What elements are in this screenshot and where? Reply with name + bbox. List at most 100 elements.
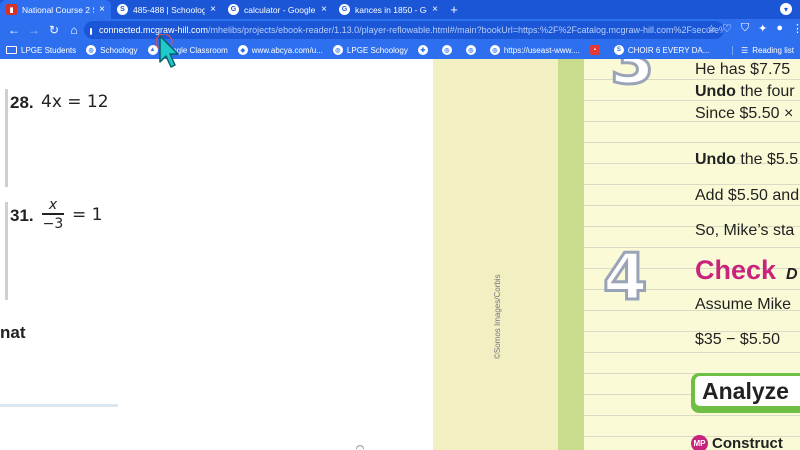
section-divider xyxy=(0,404,118,407)
mp-badge: MP xyxy=(691,435,708,450)
tab-calculator[interactable]: G calculator - Google Sea × xyxy=(222,0,333,19)
tab-search-icon[interactable]: ▾ xyxy=(780,3,792,15)
tab-national-course[interactable]: ▮ National Course 2 Stu × xyxy=(0,0,111,19)
step-4-number: 4 xyxy=(602,240,650,317)
analyze-banner: Analyze xyxy=(691,373,800,413)
problem-28-number: 28. xyxy=(10,93,34,112)
red-app-icon: ▪ xyxy=(589,45,600,55)
analyze-title: Analyze xyxy=(695,376,800,406)
bookmarks-bar: LPGE Students ◎ Schoology ▲ Google Classro… xyxy=(0,41,800,59)
bookmark-label: https://useast-www.... xyxy=(503,45,580,55)
scroll-marker xyxy=(356,445,364,449)
bookmark-red[interactable]: ▪ xyxy=(589,45,604,55)
notebook-margin xyxy=(558,59,584,450)
close-icon[interactable]: × xyxy=(97,4,107,15)
bookmark-abcya[interactable]: ◆ www.abcya.com/u... xyxy=(237,45,323,55)
problem-31-rhs: = 1 xyxy=(72,205,103,225)
tab-google-search[interactable]: G kances in 1850 - Goog × xyxy=(333,0,444,19)
construct-row: MP Construct xyxy=(691,435,783,450)
shield-extension-icon[interactable]: ⛉ xyxy=(741,22,749,35)
puzzle-extensions-icon[interactable]: ✦ xyxy=(758,22,767,35)
window-controls: ▾ xyxy=(780,3,792,15)
reading-list-icon: ☰ xyxy=(741,45,749,55)
globe-icon: ◎ xyxy=(332,45,343,55)
tab-title: 485-488 | Schoology xyxy=(133,4,205,15)
ebook-page: 28. 4x = 12 31. x −3 = 1 nat ©Somos Imag… xyxy=(0,59,800,450)
home-icon[interactable]: ⌂ xyxy=(64,23,84,37)
bookmark-schoology[interactable]: ◎ Schoology xyxy=(86,45,138,55)
globe-icon: ◎ xyxy=(489,45,500,55)
url-host: connected.mcgraw-hill.com xyxy=(99,25,209,35)
text-line-1: He has $7.75 xyxy=(695,61,791,78)
cut-off-heading: nat xyxy=(0,323,26,342)
tab-strip: ▮ National Course 2 Stu × S 485-488 | Sc… xyxy=(0,0,800,19)
bookmark-label: www.abcya.com/u... xyxy=(251,45,323,55)
schoology-icon: S xyxy=(613,45,624,55)
undo-word: Undo xyxy=(695,83,736,100)
heart-extension-icon[interactable]: ♡ xyxy=(722,22,732,35)
bookmark-label: LPGE Schoology xyxy=(346,45,408,55)
calculation-line: $35 − $5.50 xyxy=(695,331,780,348)
text-line-5: Add $5.50 and xyxy=(695,187,800,204)
photo-credit: ©Somos Images/Corbis xyxy=(493,274,502,359)
text-line-4: Undo the $5.5 xyxy=(695,151,798,169)
check-heading: Check D xyxy=(695,255,798,286)
construct-label: Construct xyxy=(712,435,783,450)
text-line-6: So, Mike’s sta xyxy=(695,222,795,239)
tab-title: kances in 1850 - Goog xyxy=(355,4,427,15)
bookmark-label: LPGE Students xyxy=(21,45,77,55)
new-tab-button[interactable]: + xyxy=(444,0,464,19)
bookmark-lpge-students[interactable]: LPGE Students xyxy=(6,46,76,55)
tab-schoology[interactable]: S 485-488 | Schoology × xyxy=(111,0,222,19)
menu-dots-icon[interactable]: ⋮ xyxy=(792,22,800,35)
text-line-2: Undo the four xyxy=(695,83,795,101)
profile-icon[interactable]: ● xyxy=(776,22,783,35)
reading-list-button[interactable]: ☰ Reading list xyxy=(732,45,794,55)
puzzle-icon: ✚ xyxy=(417,45,428,55)
check-title: Check xyxy=(695,255,777,285)
globe-icon: ◎ xyxy=(86,45,97,55)
close-icon[interactable]: × xyxy=(430,4,440,15)
text-line-3: Since $5.50 × xyxy=(695,105,794,122)
google-icon: G xyxy=(228,4,239,15)
fraction-denominator: −3 xyxy=(42,215,64,232)
mouse-cursor-icon xyxy=(156,34,179,68)
close-icon[interactable]: × xyxy=(319,4,329,15)
globe-icon: ◎ xyxy=(465,45,476,55)
extensions-area: ♡ ⛉ ✦ ● ⋮ xyxy=(722,22,800,35)
step-3-number: 3 xyxy=(609,59,657,101)
problem-31-bar xyxy=(5,202,8,300)
bookmark-star-icon[interactable]: ☆ xyxy=(707,24,716,35)
bookmark-useast[interactable]: ◎ https://useast-www.... xyxy=(489,45,580,55)
tab-title: calculator - Google Sea xyxy=(244,4,316,15)
reload-icon[interactable]: ↻ xyxy=(44,23,64,37)
globe-icon: ◎ xyxy=(441,45,452,55)
book-icon: ▮ xyxy=(6,4,17,15)
bookmark-globe-1[interactable]: ◎ xyxy=(441,45,456,55)
google-icon: G xyxy=(339,4,350,15)
forward-arrow-icon[interactable]: → xyxy=(24,23,44,37)
problem-31-number: 31. xyxy=(10,206,34,225)
check-subtitle: D xyxy=(786,266,798,283)
example-pane: ©Somos Images/Corbis 3 4 He has $7.75 Un… xyxy=(433,59,800,450)
exercise-pane: 28. 4x = 12 31. x −3 = 1 nat xyxy=(0,59,433,450)
schoology-icon: S xyxy=(117,4,128,15)
bookmark-label: CHOIR 6 EVERY DA... xyxy=(627,45,710,55)
folder-icon xyxy=(6,46,17,54)
bookmark-choir[interactable]: S CHOIR 6 EVERY DA... xyxy=(613,45,710,55)
problem-31-fraction: x −3 xyxy=(40,197,66,233)
tab-title: National Course 2 Stu xyxy=(22,4,94,15)
text-line-2-rest: the four xyxy=(740,83,795,100)
close-icon[interactable]: × xyxy=(208,4,218,15)
bookmark-globe-2[interactable]: ◎ xyxy=(465,45,480,55)
bookmark-label: Schoology xyxy=(100,45,138,55)
problem-28-bar xyxy=(5,89,8,187)
back-arrow-icon[interactable]: ← xyxy=(4,23,24,37)
url-path: /mhelibs/projects/ebook-reader/1.13.0/pl… xyxy=(208,25,724,35)
bookmark-lpge-schoology[interactable]: ◎ LPGE Schoology xyxy=(332,45,408,55)
lock-icon xyxy=(90,27,92,35)
bookmark-puzzle[interactable]: ✚ xyxy=(417,45,432,55)
problem-28-equation: 4x = 12 xyxy=(41,92,109,112)
assume-line: Assume Mike xyxy=(695,296,792,313)
abcya-icon: ◆ xyxy=(237,45,248,55)
